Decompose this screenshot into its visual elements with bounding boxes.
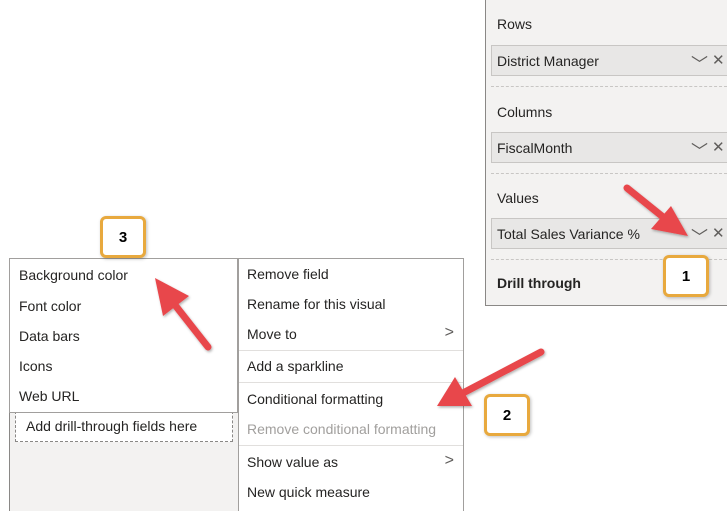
arrow-3-head bbox=[155, 278, 189, 316]
callout-1: 1 bbox=[663, 255, 709, 297]
callout-2: 2 bbox=[484, 394, 530, 436]
arrow-2 bbox=[459, 348, 545, 397]
arrow-3 bbox=[171, 301, 212, 351]
arrow-1 bbox=[623, 184, 672, 225]
callout-3: 3 bbox=[100, 216, 146, 258]
